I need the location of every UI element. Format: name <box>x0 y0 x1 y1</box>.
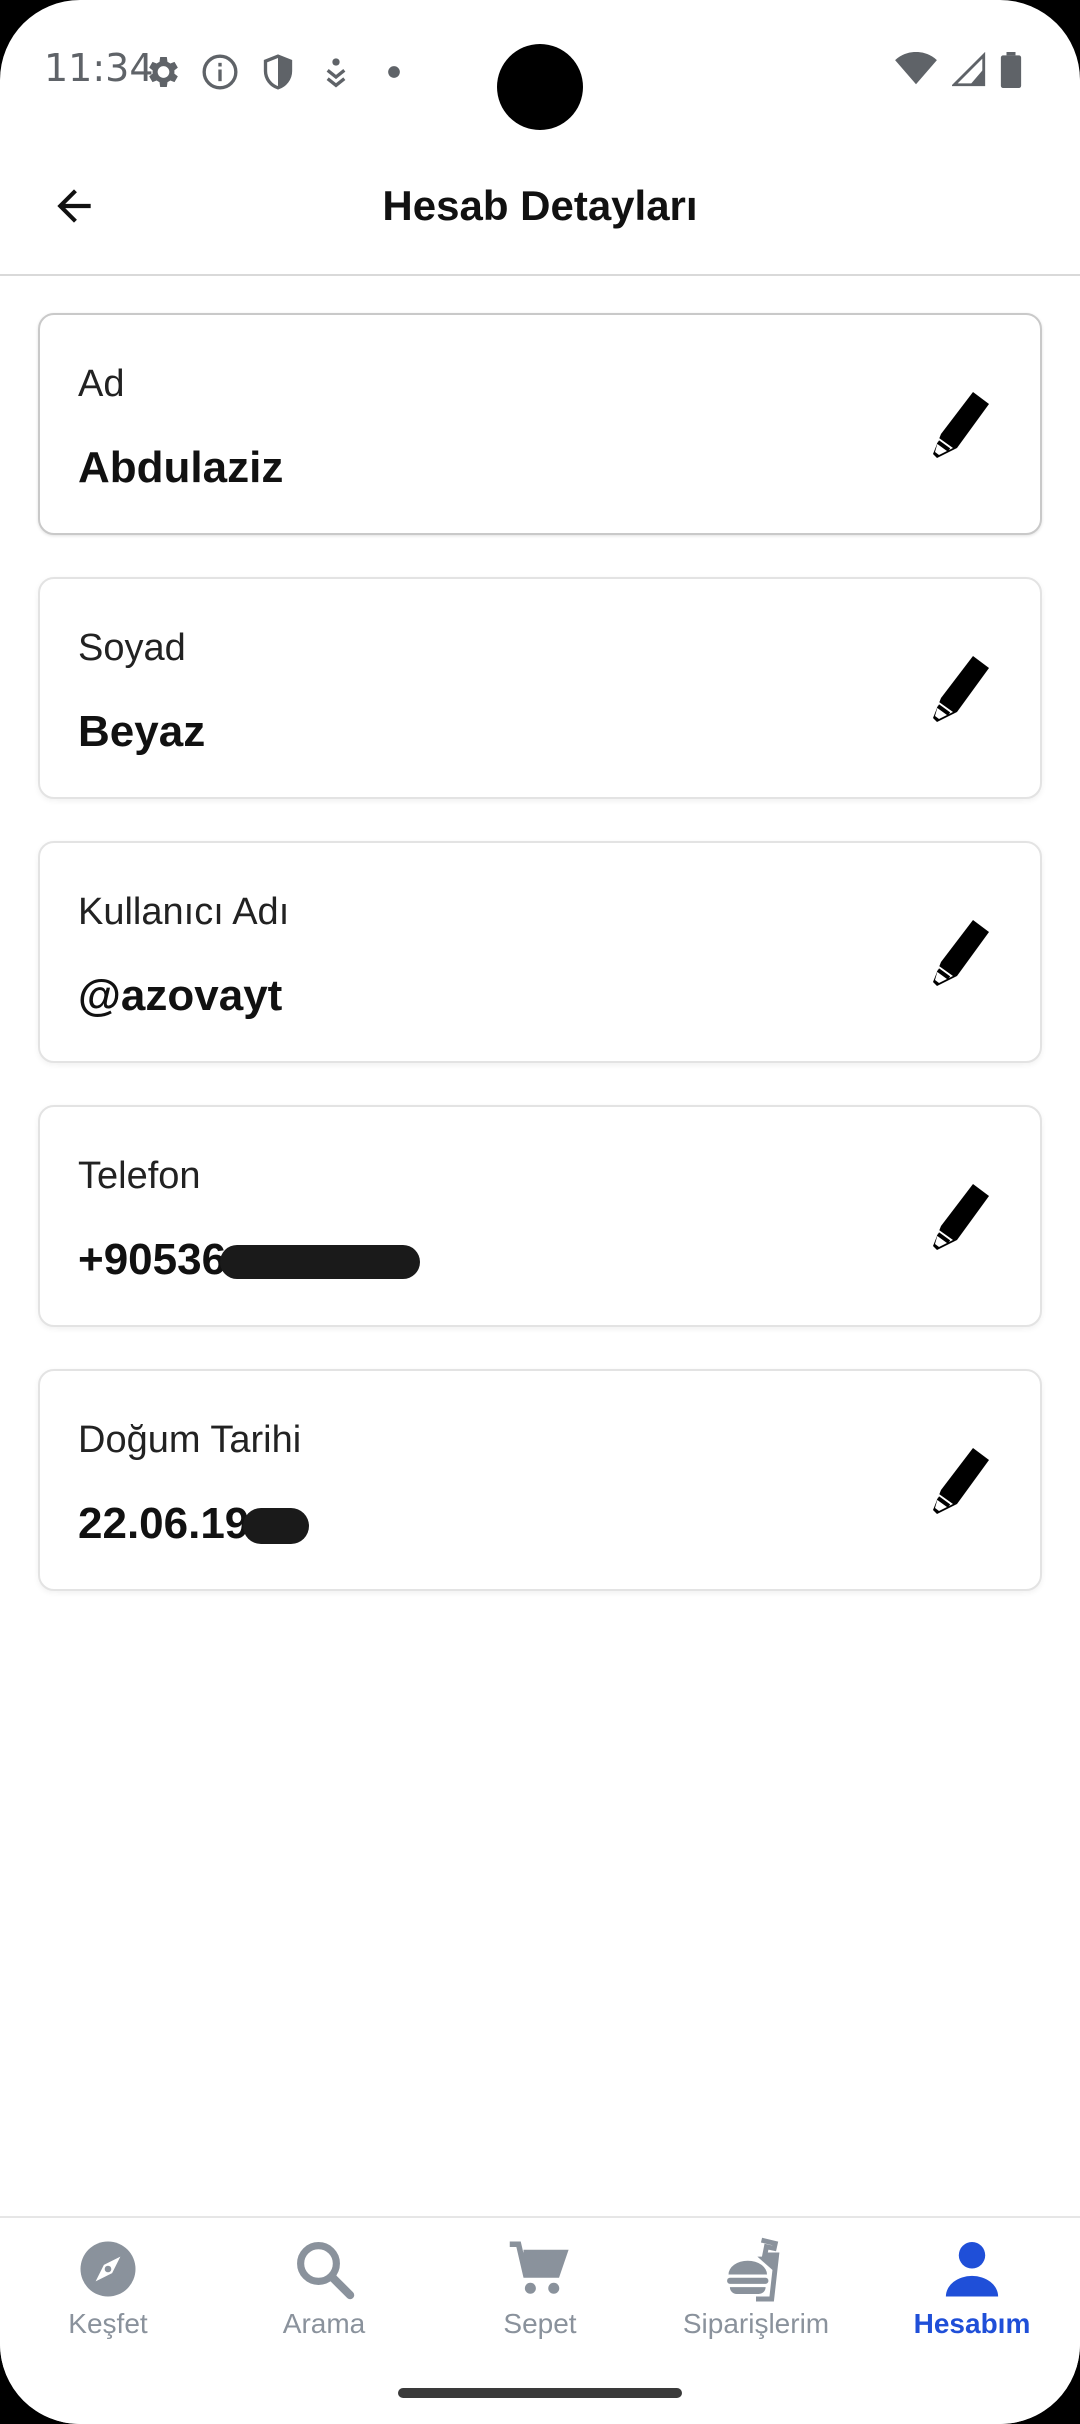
field-label: Doğum Tarihi <box>78 1419 302 1461</box>
pencil-icon <box>933 920 989 986</box>
edit-birth-date-button[interactable] <box>920 1441 1000 1521</box>
nav-item-sepet[interactable]: Sepet <box>432 2236 648 2356</box>
field-label: Kullanıcı Adı <box>78 891 290 933</box>
dot-icon <box>388 66 400 78</box>
cart-icon <box>509 2241 569 2294</box>
shield-icon <box>263 54 293 90</box>
field-label: Soyad <box>78 627 186 669</box>
front-camera <box>497 44 583 130</box>
battery-icon <box>1000 52 1022 88</box>
field-value: Abdulaziz <box>78 443 284 492</box>
home-indicator[interactable] <box>398 2388 682 2398</box>
field-card-username[interactable]: Kullanıcı Adı @azovayt <box>38 841 1042 1063</box>
pencil-icon <box>933 1448 989 1514</box>
nav-label: Sepet <box>503 2308 577 2339</box>
field-value: Beyaz <box>78 707 206 756</box>
settings-icon <box>149 57 178 87</box>
info-icon <box>202 54 238 90</box>
field-value: +90536 <box>78 1235 227 1284</box>
redaction-mark <box>243 1508 310 1545</box>
search-icon <box>297 2242 355 2300</box>
field-value-row: +90536 <box>78 1235 421 1285</box>
redaction-mark <box>220 1245 421 1280</box>
field-card-phone[interactable]: Telefon +90536 <box>38 1105 1042 1327</box>
nav-label: Hesabım <box>913 2308 1031 2339</box>
field-value: 22.06.19 <box>78 1499 250 1548</box>
takeout-icon <box>727 2237 780 2302</box>
app-bar: Hesab Detayları <box>0 140 1080 276</box>
status-time: 11:34 <box>44 46 154 90</box>
field-value: @azovayt <box>78 971 283 1020</box>
compass-icon <box>80 2241 136 2297</box>
page-title: Hesab Detayları <box>382 182 698 229</box>
status-bar: 11:34 <box>0 0 1080 140</box>
signal-icon <box>952 52 986 87</box>
field-card-birth-date[interactable]: Doğum Tarihi 22.06.19 <box>38 1369 1042 1591</box>
pencil-icon <box>933 656 989 722</box>
edit-first-name-button[interactable] <box>920 385 1000 465</box>
field-card-last-name[interactable]: Soyad Beyaz <box>38 577 1042 799</box>
wifi-icon <box>895 52 937 85</box>
pencil-icon <box>933 392 989 458</box>
field-label: Telefon <box>78 1155 201 1197</box>
nav-item-hesabim[interactable]: Hesabım <box>864 2236 1080 2356</box>
field-card-first-name[interactable]: Ad Abdulaziz <box>38 313 1042 535</box>
nav-label: Arama <box>282 2308 366 2339</box>
nav-label: Siparişlerim <box>682 2308 830 2339</box>
edit-phone-button[interactable] <box>920 1177 1000 1257</box>
field-value-row: 22.06.19 <box>78 1499 310 1549</box>
edit-last-name-button[interactable] <box>920 649 1000 729</box>
nav-item-kesfet[interactable]: Keşfet <box>0 2236 216 2356</box>
download-icon <box>326 58 346 88</box>
edit-username-button[interactable] <box>920 913 1000 993</box>
nav-item-arama[interactable]: Arama <box>216 2236 432 2356</box>
field-label: Ad <box>78 363 125 405</box>
person-icon <box>945 2242 999 2297</box>
nav-label: Keşfet <box>68 2308 148 2339</box>
status-icons-left <box>142 52 414 92</box>
account-details-list: Ad Abdulaziz Soyad Beyaz Kullanıcı Adı @… <box>38 313 1042 1633</box>
pencil-icon <box>933 1184 989 1250</box>
status-icons-right <box>894 52 1022 88</box>
nav-item-siparislerim[interactable]: Siparişlerim <box>648 2236 864 2356</box>
phone-screen: 11:34 Hesab Detayları Ad Abdulaziz Soyad… <box>0 0 1080 2424</box>
